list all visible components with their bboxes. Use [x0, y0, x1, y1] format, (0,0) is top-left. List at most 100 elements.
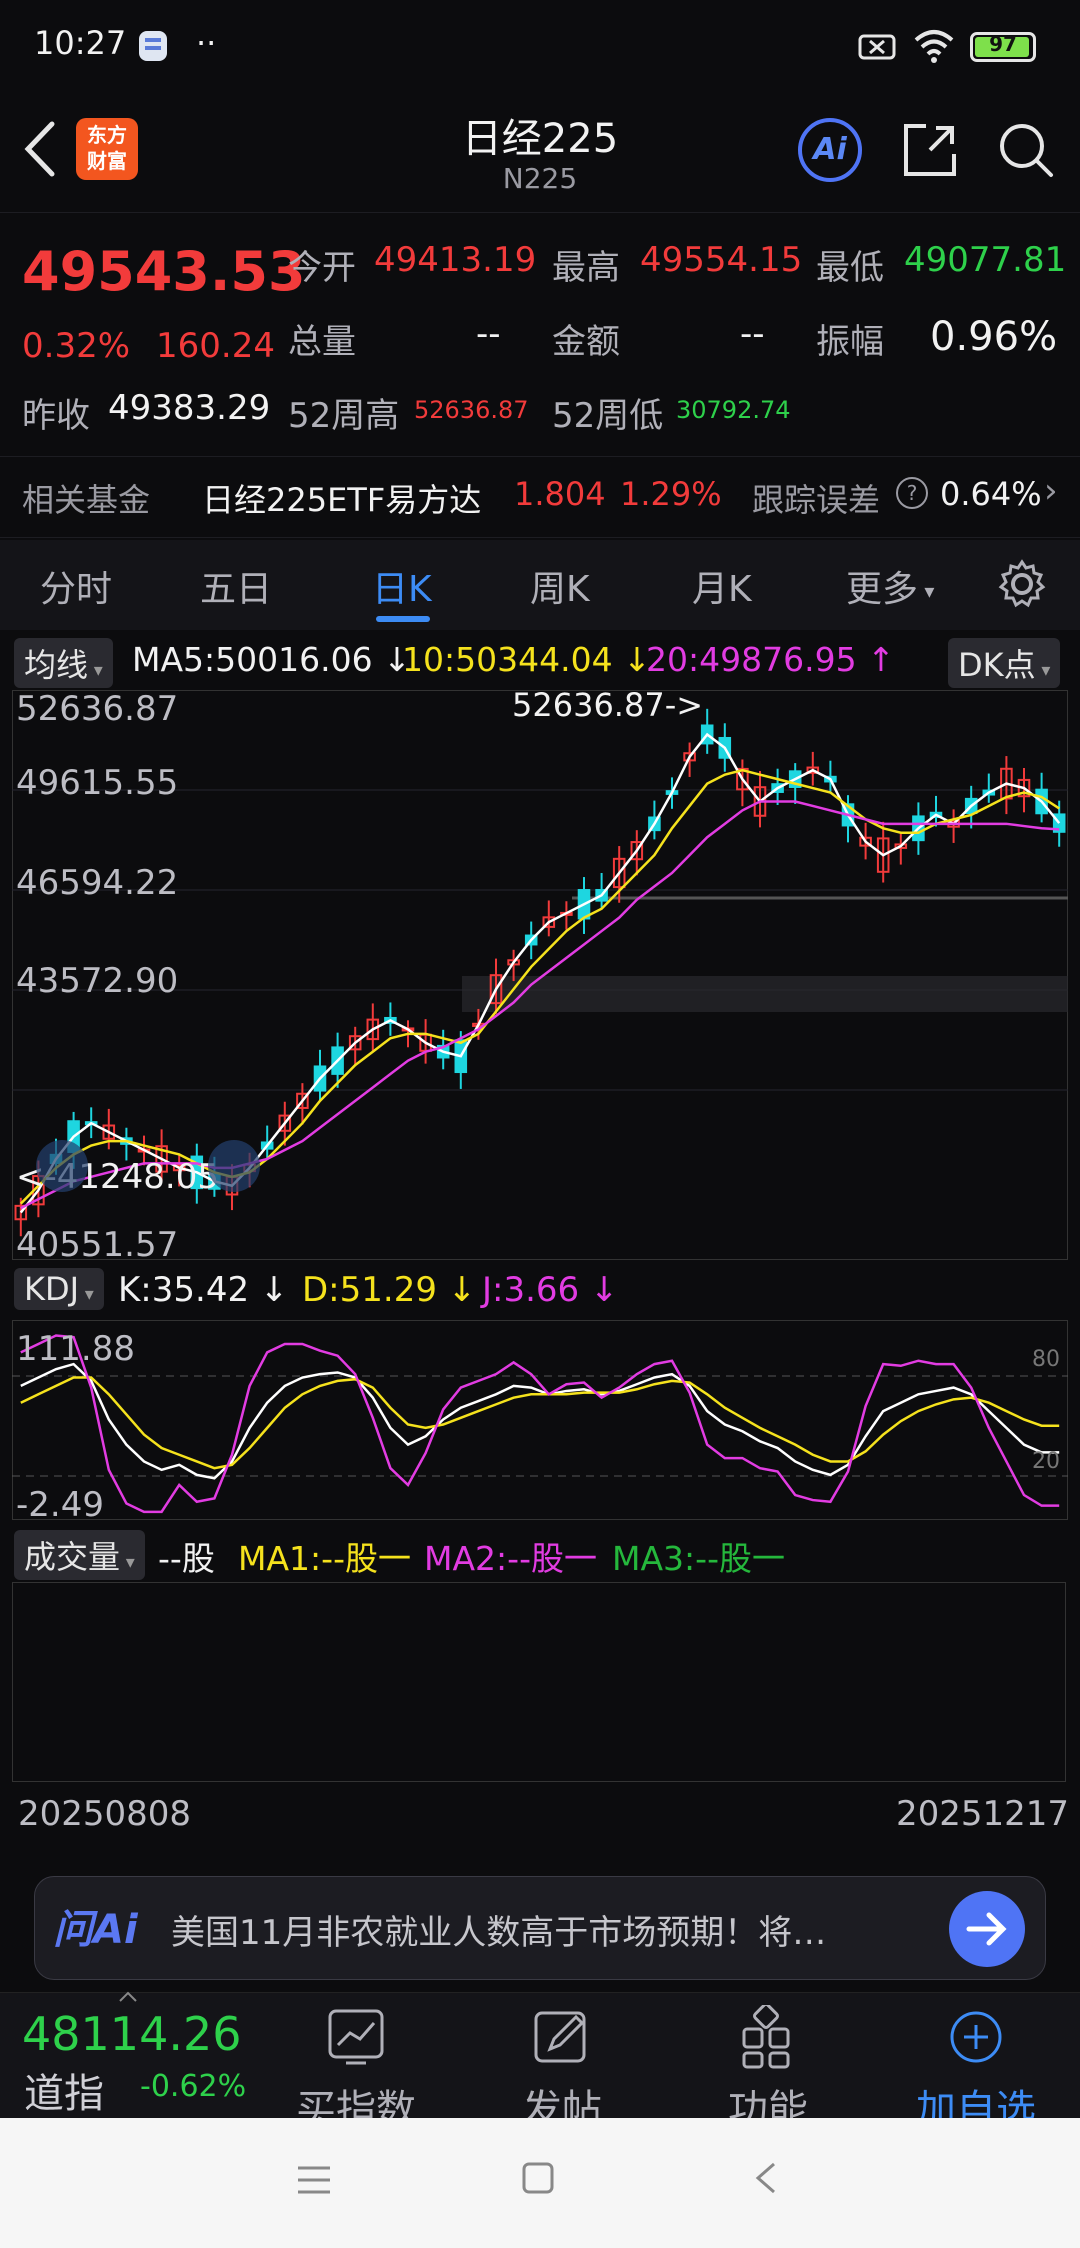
d-value: D:51.29 ↓: [302, 1270, 477, 1310]
menu-icon[interactable]: [296, 2162, 332, 2198]
volume-selector[interactable]: 成交量 ▾: [14, 1530, 145, 1580]
current-price: 49543.53: [22, 240, 306, 303]
settings-gear-icon[interactable]: [996, 558, 1048, 610]
app-notification-icon: [139, 31, 167, 61]
post-icon: [534, 2011, 586, 2063]
fund-price: 1.804: [514, 475, 606, 513]
prev-close-label: 昨收: [22, 396, 90, 436]
candlestick-chart[interactable]: 52636.87 49615.55 46594.22 43572.90 4055…: [12, 690, 1068, 1260]
tab-weekly-k[interactable]: 周K: [530, 560, 590, 612]
open-label: 今开: [288, 248, 356, 288]
ai-send-button[interactable]: [949, 1891, 1025, 1967]
y-tick-4: 43572.90: [16, 961, 178, 1001]
back-nav-icon[interactable]: [748, 2160, 784, 2196]
ai-question-bar[interactable]: 问Ai 美国11月非农就业人数高于市场预期！将…: [34, 1876, 1046, 1980]
k-text: K:35.42: [118, 1270, 250, 1310]
tab-five-day[interactable]: 五日: [200, 560, 272, 612]
buy-index-icon: [328, 2009, 384, 2065]
tracking-error-value: 0.64%: [940, 475, 1042, 513]
y-tick-5: 40551.57: [16, 1225, 178, 1260]
ai-assistant-button[interactable]: Ai: [798, 118, 862, 182]
vol-ma3: MA3:--股一: [612, 1539, 785, 1578]
kdj-y-bottom: -2.49: [16, 1485, 104, 1520]
ma20-text: 20:49876.95: [646, 640, 857, 679]
dk-point-button[interactable]: DK点 ▾: [948, 638, 1061, 688]
max-annotation: 52636.87->: [512, 690, 703, 724]
low-label: 最低: [816, 248, 884, 288]
j-text: J:3.66: [482, 1270, 580, 1310]
chevron-right-icon[interactable]: ›: [1044, 471, 1058, 511]
tab-more-label: 更多: [846, 569, 919, 610]
arrow-right-icon: [966, 1912, 1007, 1946]
ma10-value: 10:50344.04 ↓: [402, 640, 651, 679]
volume-legend: 成交量 ▾ --股 MA1:--股一 MA2:--股一 MA3:--股一: [0, 1524, 1080, 1580]
tab-intraday[interactable]: 分时: [40, 560, 112, 612]
kdj-selector[interactable]: KDJ ▾: [14, 1268, 104, 1310]
j-value: J:3.66 ↓: [482, 1270, 619, 1310]
volume-unit: --股: [158, 1539, 215, 1578]
ma-selector[interactable]: 均线 ▾: [14, 638, 113, 688]
status-time: 10:27: [34, 24, 127, 62]
sim-off-icon: [858, 34, 896, 60]
caret-down-icon: ▾: [918, 579, 935, 603]
kdj-lines-group: [20, 1334, 1060, 1514]
tab-monthly-k[interactable]: 月K: [692, 560, 752, 612]
vol-ma2: MA2:--股一: [424, 1539, 597, 1578]
kdj-line-2: [20, 1334, 1060, 1514]
fund-pct: 1.29%: [620, 475, 722, 513]
kdj-frame: [12, 1320, 1068, 1520]
ma20-value: 20:49876.95 ↑: [646, 640, 895, 679]
w52-low-label: 52周低: [552, 396, 664, 436]
volume-chart[interactable]: [12, 1582, 1066, 1782]
search-icon[interactable]: [996, 120, 1056, 180]
ma5-value: MA5:50016.06 ↓: [132, 640, 411, 679]
date-end: 20251217: [896, 1794, 1070, 1834]
wifi-icon: [914, 30, 954, 63]
home-icon[interactable]: [520, 2160, 556, 2196]
active-tab-indicator: [376, 616, 430, 622]
related-fund-row[interactable]: 相关基金 日经225ETF易方达 1.804 1.29% 跟踪误差 ? 0.64…: [0, 456, 1080, 538]
ma-selector-label: 均线: [24, 646, 89, 684]
date-axis: 20250808 20251217: [0, 1790, 1080, 1840]
w52-high-label: 52周高: [288, 396, 400, 436]
more-notifications-icon: ··: [196, 24, 217, 62]
share-icon[interactable]: [900, 120, 960, 180]
caret-up-icon: [119, 1991, 137, 2002]
functions-icon: [742, 2005, 790, 2069]
period-tabs: 分时 五日 日K 周K 月K 更多 ▾: [0, 540, 1080, 630]
kdj-chart[interactable]: 111.88 -2.49 80 20: [12, 1320, 1068, 1520]
w52-high-value: 52636.87: [414, 396, 529, 424]
dow-index-pct: -0.62%: [140, 2069, 247, 2104]
ai-message[interactable]: 美国11月非农就业人数高于市场预期！将…: [171, 1905, 891, 1954]
fund-label: 相关基金: [22, 481, 151, 519]
date-start: 20250808: [18, 1794, 192, 1834]
dow-index-price[interactable]: 48114.26: [22, 2007, 242, 2061]
prev-close-value: 49383.29: [108, 388, 271, 428]
volume-value: --: [476, 314, 501, 354]
amplitude-value: 0.96%: [930, 314, 1058, 360]
kdj-y-top: 111.88: [16, 1329, 135, 1369]
expand-right-icon: [208, 1140, 260, 1192]
watermark-band: [462, 976, 1068, 1012]
tab-daily-k[interactable]: 日K: [372, 560, 432, 612]
dow-index-name: 道指: [24, 2071, 104, 2117]
ai-logo: 问Ai: [53, 1907, 138, 1953]
dk-label: DK点: [958, 646, 1036, 684]
vol-ma1: MA1:--股一: [238, 1539, 411, 1578]
y-tick-2: 49615.55: [16, 763, 178, 803]
ma10-text: 10:50344.04: [402, 640, 613, 679]
expand-left-icon: [36, 1140, 88, 1192]
battery-icon: 97: [970, 32, 1036, 62]
low-value: 49077.81: [904, 240, 1067, 280]
fund-name[interactable]: 日经225ETF易方达: [202, 475, 481, 521]
status-bar: 10:27 ·· 97: [0, 0, 1080, 96]
kdj-line-0: [20, 1362, 1060, 1480]
volume-label: 总量: [288, 322, 356, 362]
high-label: 最高: [552, 248, 620, 288]
tab-more[interactable]: 更多 ▾: [846, 560, 934, 612]
amount-value: --: [740, 314, 765, 354]
amplitude-label: 振幅: [816, 322, 884, 362]
help-icon[interactable]: ?: [896, 477, 928, 509]
amount-label: 金额: [552, 322, 620, 362]
add-watchlist-icon: [950, 2011, 1002, 2063]
